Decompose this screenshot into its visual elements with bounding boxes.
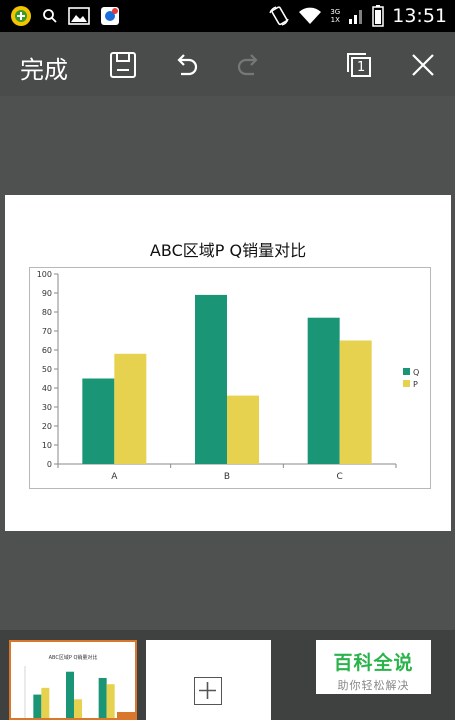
y-tick-label: 100 (37, 270, 52, 279)
legend-label-P: P (413, 380, 418, 389)
network-type-top: 3G (330, 8, 341, 16)
rotate-icon (269, 6, 290, 26)
close-icon[interactable] (408, 50, 438, 80)
save-icon[interactable] (108, 50, 138, 80)
thumbnail-bar-P-C (106, 684, 115, 718)
gallery-icon (68, 7, 90, 25)
document-canvas[interactable]: ABC区域P Q销量对比 0 10 20 30 40 50 60 70 80 90 100 A B C Q P (0, 96, 455, 630)
x-tick-label: B (224, 472, 230, 482)
bar-Q-A (82, 378, 115, 464)
signal-icon (349, 10, 363, 24)
thumbnail-bar-Q-A (33, 694, 42, 718)
chart-title: ABC区域P Q销量对比 (149, 241, 307, 260)
x-tick-label: C (337, 472, 343, 482)
done-button[interactable]: 完成 (20, 50, 68, 85)
page-count-button[interactable]: 1 (344, 50, 374, 80)
y-tick-label: 0 (47, 460, 52, 469)
thumbnail-bar-Q-B (66, 671, 74, 718)
network-type-bottom: 1X (330, 16, 340, 24)
y-tick-label: 20 (42, 422, 52, 431)
search-icon (43, 9, 57, 23)
status-time: 13:51 (392, 5, 447, 27)
y-tick-label: 60 (42, 346, 52, 355)
status-bar-right: 3G 1X 13:51 (268, 4, 447, 28)
thumbnail-bar-Q-C (98, 677, 107, 718)
thumbnail-bar-P-A (41, 687, 50, 718)
legend-swatch-P (403, 380, 410, 387)
thumbnail-selection-marker (117, 712, 135, 718)
watermark-sub: 助你轻松解决 (337, 679, 410, 692)
y-tick-label: 90 (42, 289, 52, 298)
bar-Q-C (307, 317, 340, 464)
bar-P-A (114, 353, 147, 464)
add-page-icon (194, 677, 222, 705)
thumbnail-bar-P-B (74, 699, 82, 718)
battery-icon (372, 5, 384, 27)
legend-swatch-Q (403, 368, 410, 375)
thumbnail-chart (24, 666, 135, 718)
watermark-main: 百科全说 (333, 652, 414, 674)
bar-P-C (339, 340, 372, 464)
wifi-icon (299, 7, 322, 24)
chart-page[interactable]: ABC区域P Q销量对比 0 10 20 30 40 50 60 70 80 90 100 A B C Q P (5, 195, 451, 531)
status-bar: 3G 1X 13:51 (0, 0, 455, 32)
redo-icon[interactable] (234, 50, 264, 80)
app-launcher-icon (11, 6, 31, 26)
page-count-label: 1 (357, 60, 366, 75)
bar-chart: 0 10 20 30 40 50 60 70 80 90 100 A B C QP (37, 270, 420, 482)
y-tick-label: 50 (42, 365, 52, 374)
y-tick-label: 10 (42, 441, 52, 450)
x-tick-label: A (111, 472, 118, 482)
y-tick-label: 80 (42, 308, 52, 317)
y-tick-label: 30 (42, 403, 52, 412)
editor-toolbar: 完成 1 (0, 32, 455, 96)
page-thumbnail-1[interactable]: ABC区域P Q销量对比 (9, 640, 137, 720)
legend-label-Q: Q (413, 368, 419, 377)
bar-Q-B (195, 294, 227, 464)
bar-P-B (227, 395, 259, 464)
undo-icon[interactable] (171, 50, 201, 80)
network-type: 3G 1X (330, 8, 340, 24)
y-tick-label: 70 (42, 327, 52, 336)
status-bar-left (10, 5, 120, 27)
add-page-button[interactable] (146, 640, 271, 720)
page-thumbnail-strip: ABC区域P Q销量对比 百科全说 助你轻松解决 (0, 630, 455, 720)
y-tick-label: 40 (42, 384, 52, 393)
notification-app-icon (101, 7, 119, 25)
chart-plot-frame: 0 10 20 30 40 50 60 70 80 90 100 A B C Q P (29, 267, 431, 489)
watermark-logo: 百科全说 助你轻松解决 (316, 640, 431, 694)
